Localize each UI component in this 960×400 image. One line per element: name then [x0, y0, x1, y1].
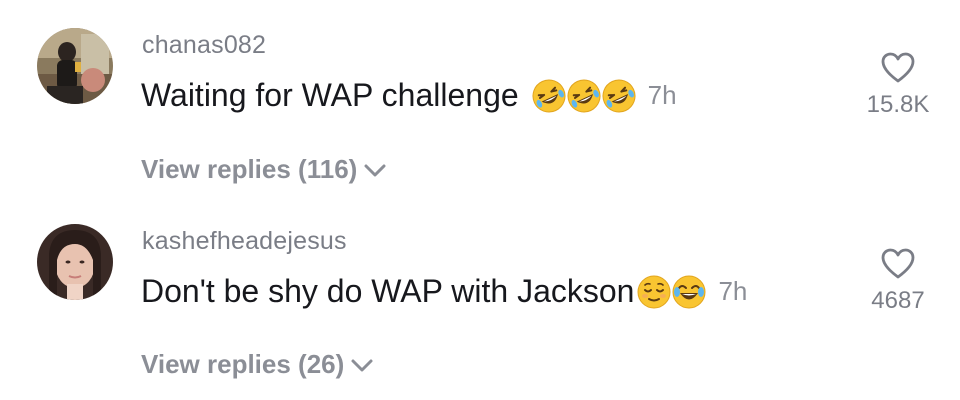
avatar[interactable] [37, 224, 113, 300]
comment-item: chanas082 Waiting for WAP challenge 7h V… [0, 0, 960, 200]
rofl-emoji-icon [602, 79, 636, 113]
avatar-photo [37, 28, 113, 104]
emoji-group [531, 79, 636, 113]
timestamp: 7h [718, 276, 748, 306]
like-button[interactable]: 4687 [858, 248, 938, 315]
view-replies-label: View replies (26) [141, 349, 345, 379]
avatar-photo [37, 224, 113, 300]
view-replies-label: View replies (116) [141, 154, 358, 184]
view-replies-button[interactable]: View replies (116) [141, 154, 387, 185]
timestamp: 7h [647, 80, 677, 110]
username[interactable]: kashefheadejesus [142, 227, 347, 256]
tears-of-joy-emoji-icon [672, 275, 706, 309]
comment-item: kashefheadejesus Don't be shy do WAP wit… [0, 200, 960, 400]
heart-icon [881, 248, 915, 279]
comment-body: Waiting for WAP challenge [141, 77, 519, 113]
avatar[interactable] [37, 28, 113, 104]
relieved-emoji-icon [637, 275, 671, 309]
chevron-down-icon [363, 162, 387, 178]
heart-icon [881, 52, 915, 83]
like-count: 15.8K [866, 91, 930, 118]
rofl-emoji-icon [567, 79, 601, 113]
emoji-group [636, 275, 706, 309]
view-replies-button[interactable]: View replies (26) [141, 349, 374, 380]
username[interactable]: chanas082 [142, 31, 266, 60]
like-count: 4687 [871, 287, 925, 314]
rofl-emoji-icon [532, 79, 566, 113]
comment-text: Waiting for WAP challenge 7h [141, 77, 677, 114]
comment-text: Don't be shy do WAP with Jackson 7h [141, 273, 747, 310]
comment-body: Don't be shy do WAP with Jackson [141, 273, 635, 309]
like-button[interactable]: 15.8K [858, 52, 938, 119]
chevron-down-icon [350, 357, 374, 373]
